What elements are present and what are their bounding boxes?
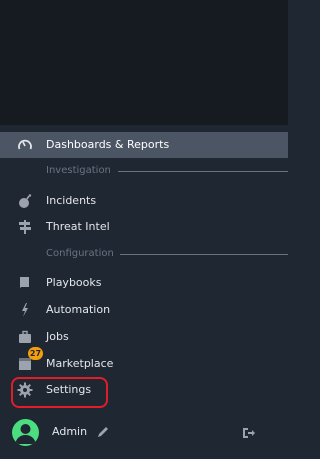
sidebar-item-playbooks[interactable]: Playbooks — [0, 270, 288, 296]
section-divider — [118, 171, 288, 172]
sidebar-item-dashboards[interactable]: Dashboards & Reports — [0, 132, 288, 158]
sidebar-item-label: Marketplace — [46, 357, 114, 370]
sidebar-item-label: Incidents — [46, 194, 97, 207]
user-footer: Admin — [0, 416, 288, 448]
marketplace-badge: 27 — [28, 347, 43, 360]
gauge-icon — [17, 137, 33, 153]
sign-out-icon[interactable] — [242, 425, 256, 439]
sidebar-item-marketplace[interactable]: 27 Marketplace — [0, 347, 288, 377]
settings-highlight-box — [11, 377, 108, 408]
user-name: Admin — [52, 425, 88, 438]
bomb-icon — [17, 193, 33, 209]
sidebar-item-jobs[interactable]: Jobs — [0, 324, 288, 350]
sidebar-item-label: Jobs — [46, 330, 69, 343]
avatar[interactable] — [12, 419, 39, 446]
sidebar-item-label: Threat Intel — [46, 220, 110, 233]
signpost-icon — [17, 219, 33, 235]
section-title: Investigation — [46, 165, 111, 176]
section-configuration: Configuration — [0, 246, 288, 262]
section-divider — [120, 254, 288, 255]
sidebar-item-threat-intel[interactable]: Threat Intel — [0, 214, 288, 240]
sidebar-item-automation[interactable]: Automation — [0, 297, 288, 323]
sidebar-item-label: Playbooks — [46, 276, 102, 289]
section-title: Configuration — [46, 248, 114, 259]
sidebar-item-label: Dashboards & Reports — [46, 138, 170, 151]
pencil-icon[interactable] — [96, 424, 110, 438]
briefcase-icon — [17, 329, 33, 345]
lightning-icon — [17, 302, 33, 318]
book-icon — [17, 275, 33, 291]
section-investigation: Investigation — [0, 163, 288, 179]
top-panel — [0, 0, 288, 125]
sidebar-item-incidents[interactable]: Incidents — [0, 188, 288, 214]
sidebar-item-label: Automation — [46, 303, 111, 316]
